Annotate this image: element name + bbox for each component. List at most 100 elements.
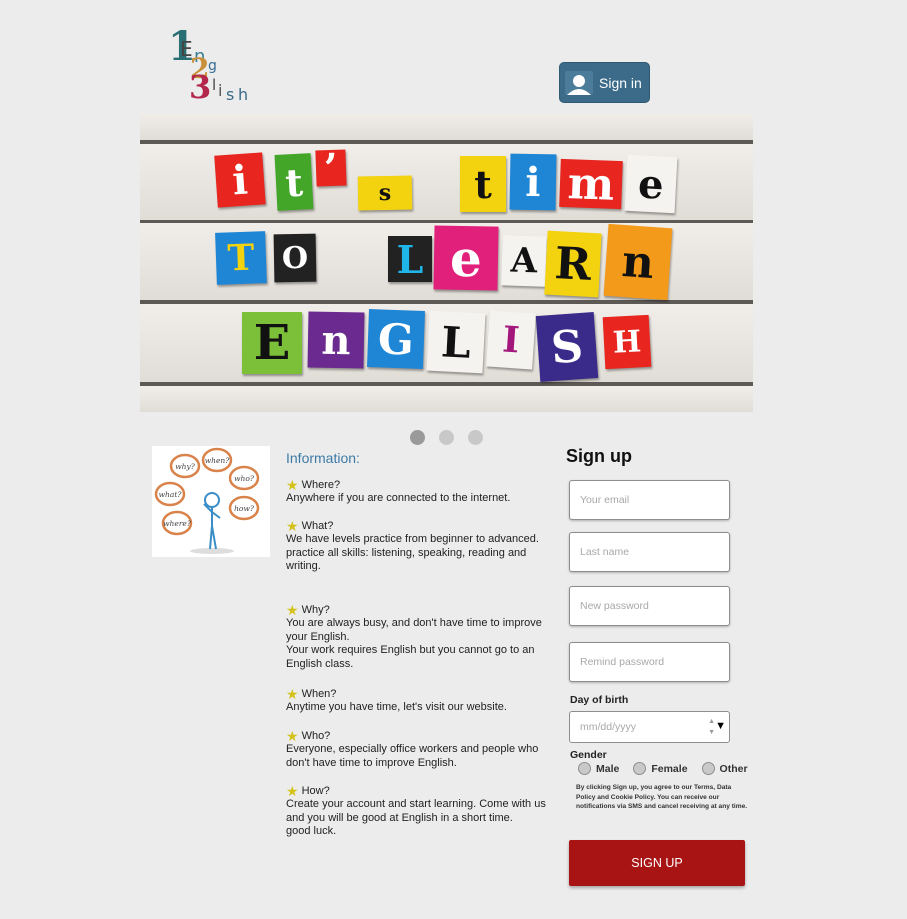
question-text: Why? <box>301 603 330 616</box>
info-item: ★ Where? Anywhere if you are connected to … <box>286 478 554 506</box>
question-text: What? <box>301 519 334 532</box>
banner-letter-line-one: t <box>274 153 314 211</box>
carousel-dot[interactable] <box>410 430 425 445</box>
banner-letter-line-three: S <box>535 312 599 382</box>
question-text: Where? <box>301 478 341 491</box>
banner-letter-line-three: L <box>426 310 486 374</box>
banner-letter-line-two: A <box>501 235 547 287</box>
question-text: How? <box>301 784 330 797</box>
star-icon: ★ <box>286 602 299 618</box>
sign-in-label: Sign in <box>599 74 642 91</box>
bubble-word: what? <box>159 490 183 499</box>
radio-female[interactable] <box>633 762 647 775</box>
site-logo[interactable]: 1 E n 2 g 3 l i s h <box>168 20 260 106</box>
email-field[interactable] <box>569 480 730 520</box>
bubble-word: why? <box>175 462 195 471</box>
answer-text: practice all skills: listening, speaking… <box>286 546 527 573</box>
gender-label: Gender <box>570 749 607 761</box>
answer-text: Your work requires English but you canno… <box>286 644 535 670</box>
star-icon: ★ <box>286 477 299 493</box>
banner-letter-line-two: e <box>433 225 499 291</box>
radio-male-label: Male <box>596 762 620 775</box>
radio-female-label: Female <box>651 762 688 775</box>
terms-text: By clicking Sign up, you agree to our Te… <box>576 784 748 810</box>
banner-letter-line-two: T <box>215 231 267 285</box>
answer-text: good luck. <box>286 825 337 837</box>
bubble-word: how? <box>234 504 255 513</box>
dob-input[interactable]: mm/dd/yyyy ▲ ▼ ▼ <box>569 711 730 743</box>
info-item: ★ Why? You are always busy, and don't have… <box>286 603 554 671</box>
banner-letter-line-three: H <box>602 314 652 370</box>
wood-plank <box>140 386 753 412</box>
info-item: ★ Who? Everyone, especially office workers… <box>286 729 554 770</box>
banner-letter-line-three: G <box>367 309 425 369</box>
info-question: ★ How? <box>286 784 554 798</box>
info-item: ★ How? Create your account and start learn… <box>286 784 554 839</box>
svg-text:h: h <box>238 85 248 102</box>
answer-text: Everyone, especially office workers and … <box>286 743 539 769</box>
star-icon: ★ <box>286 728 299 744</box>
info-question: ★ What? <box>286 519 554 533</box>
plank-gap <box>140 382 753 386</box>
radio-other-label: Other <box>719 762 748 775</box>
plank-gap <box>140 220 753 223</box>
gender-options: Male Female Other <box>578 762 748 775</box>
info-question: ★ Who? <box>286 729 554 743</box>
star-icon: ★ <box>286 686 299 702</box>
banner-letter-line-one: e <box>624 154 678 214</box>
wood-plank <box>140 114 753 140</box>
carousel-dot[interactable] <box>439 430 454 445</box>
banner-letter-line-three: E <box>242 312 302 374</box>
info-question: ★ Why? <box>286 603 554 617</box>
svg-text:3: 3 <box>189 68 211 102</box>
last-name-field[interactable] <box>569 532 730 572</box>
svg-text:l: l <box>212 76 216 94</box>
answer-text: Anytime you have time, let's visit our w… <box>286 701 507 713</box>
star-icon: ★ <box>286 783 299 799</box>
radio-other[interactable] <box>701 762 715 775</box>
banner-letter-line-one: s <box>357 175 413 211</box>
hero-banner: i t’ s t i m e T O Le A Rn En G L I S H <box>140 114 753 412</box>
spinner-icon[interactable]: ▲ ▼ <box>708 716 715 738</box>
sign-up-button[interactable]: SIGN UP <box>569 840 745 886</box>
banner-letter-line-two: L <box>388 236 432 282</box>
answer-text: Create your account and start learning. … <box>286 798 546 824</box>
remind-password-field[interactable] <box>569 642 730 682</box>
banner-letter-line-three: I <box>486 310 536 370</box>
answer-text: We have levels practice from beginner to… <box>286 533 539 545</box>
banner-letter-line-one: t <box>460 156 506 212</box>
answer-text: Anywhere if you are connected to the int… <box>286 492 511 504</box>
info-item: ★ What? We have levels practice from begin… <box>286 519 554 574</box>
dropdown-caret-icon[interactable]: ▼ <box>715 720 726 732</box>
banner-letter-line-three: n <box>307 311 365 369</box>
radio-male[interactable] <box>578 762 591 775</box>
signup-title: Sign up <box>566 446 632 466</box>
plank-gap <box>140 140 753 144</box>
banner-letter-line-two: O <box>273 233 317 283</box>
svg-text:s: s <box>226 85 234 102</box>
user-icon <box>565 70 593 95</box>
info-question: ★ Where? <box>286 478 554 492</box>
dob-label: Day of birth <box>570 694 629 706</box>
banner-letter-line-one: ’ <box>315 144 347 192</box>
banner-letter-line-two: R <box>544 230 602 298</box>
plank-gap <box>140 300 753 304</box>
info-question: ★ When? <box>286 687 554 701</box>
dob-placeholder: mm/dd/yyyy <box>580 721 637 733</box>
bubble-word: who? <box>234 474 255 483</box>
question-text: Who? <box>301 729 331 742</box>
sign-in-button[interactable]: Sign in <box>559 62 650 103</box>
banner-letter-line-one: i <box>214 152 266 208</box>
info-item: ★ When? Anytime you have time, let's visit… <box>286 687 554 715</box>
question-text: When? <box>301 687 337 700</box>
bubble-word: where? <box>163 519 192 528</box>
bubble-word: when? <box>205 456 231 465</box>
banner-letter-line-two: n <box>603 223 673 301</box>
carousel-dot[interactable] <box>468 430 483 445</box>
banner-letter-line-one: i <box>509 153 557 211</box>
answer-text: You are always busy, and don't have time… <box>286 617 542 643</box>
star-icon: ★ <box>286 518 299 534</box>
new-password-field[interactable] <box>569 586 730 626</box>
questions-illustration: why? when? who? what? how? where? <box>152 446 270 557</box>
banner-letter-line-one: m <box>559 158 623 210</box>
